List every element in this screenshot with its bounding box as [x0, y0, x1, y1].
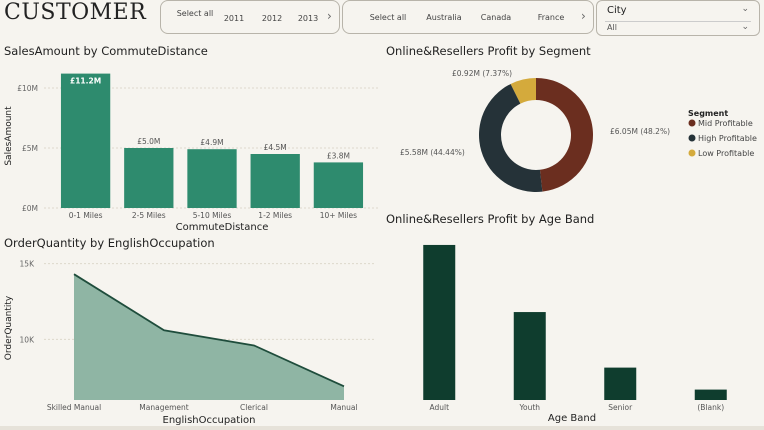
x-tick-label: Youth	[518, 403, 540, 412]
y-tick-label: £0M	[22, 204, 38, 213]
x-tick-label: 2-5 Miles	[132, 211, 166, 220]
bar	[250, 154, 300, 208]
data-label: £5.58M (44.44%)	[400, 148, 465, 157]
data-label: £11.2M	[70, 77, 101, 86]
data-label: £0.92M (7.37%)	[452, 69, 512, 78]
charts-canvas: £0M £5M £10M £11.2M 0-1 Miles £5.0M 2-5 Miles £…	[4, 69, 757, 426]
y-tick-label: 15K	[20, 260, 36, 269]
legend-label: High Profitable	[698, 134, 757, 143]
legend-marker	[688, 149, 696, 157]
bar	[423, 244, 456, 400]
y-axis-title: SalesAmount	[4, 106, 14, 166]
x-axis-title: Age Band	[548, 413, 596, 424]
x-tick-label: Management	[139, 403, 188, 412]
page-footer-bar	[0, 426, 764, 430]
legend-marker	[688, 134, 696, 142]
legend-title: Segment	[688, 109, 728, 118]
y-tick-label: £5M	[22, 144, 38, 153]
x-tick-label: Skilled Manual	[47, 403, 101, 412]
data-label: £4.5M	[264, 143, 287, 152]
x-tick-label: (Blank)	[697, 403, 724, 412]
bar	[694, 389, 727, 400]
donut-slice	[479, 83, 543, 192]
donut-slice	[536, 78, 593, 192]
legend-marker	[688, 119, 696, 127]
legend-label: Mid Profitable	[698, 119, 753, 128]
x-tick-label: 0-1 Miles	[69, 211, 103, 220]
x-axis-title: EnglishOccupation	[163, 415, 256, 426]
data-label: £6.05M (48.2%)	[610, 127, 670, 136]
bar	[60, 73, 111, 208]
x-tick-label: Senior	[608, 403, 633, 412]
data-label: £3.8M	[327, 151, 350, 160]
x-tick-label: Clerical	[240, 403, 268, 412]
y-tick-label: 10K	[20, 335, 36, 344]
x-tick-label: 1-2 Miles	[258, 211, 292, 220]
bar	[313, 162, 364, 208]
data-label: £5.0M	[137, 137, 160, 146]
y-tick-label: £10M	[17, 84, 38, 93]
bar	[187, 149, 237, 208]
x-axis-title: CommuteDistance	[176, 222, 269, 233]
y-axis-title: OrderQuantity	[4, 295, 14, 360]
data-label: £4.9M	[200, 138, 223, 147]
legend-label: Low Profitable	[698, 149, 754, 158]
x-tick-label: Manual	[330, 403, 357, 412]
bar	[124, 148, 174, 208]
x-tick-label: 10+ Miles	[320, 211, 357, 220]
x-tick-label: Adult	[429, 403, 449, 412]
x-tick-label: 5-10 Miles	[193, 211, 232, 220]
bar	[604, 367, 637, 400]
bar	[513, 312, 546, 400]
